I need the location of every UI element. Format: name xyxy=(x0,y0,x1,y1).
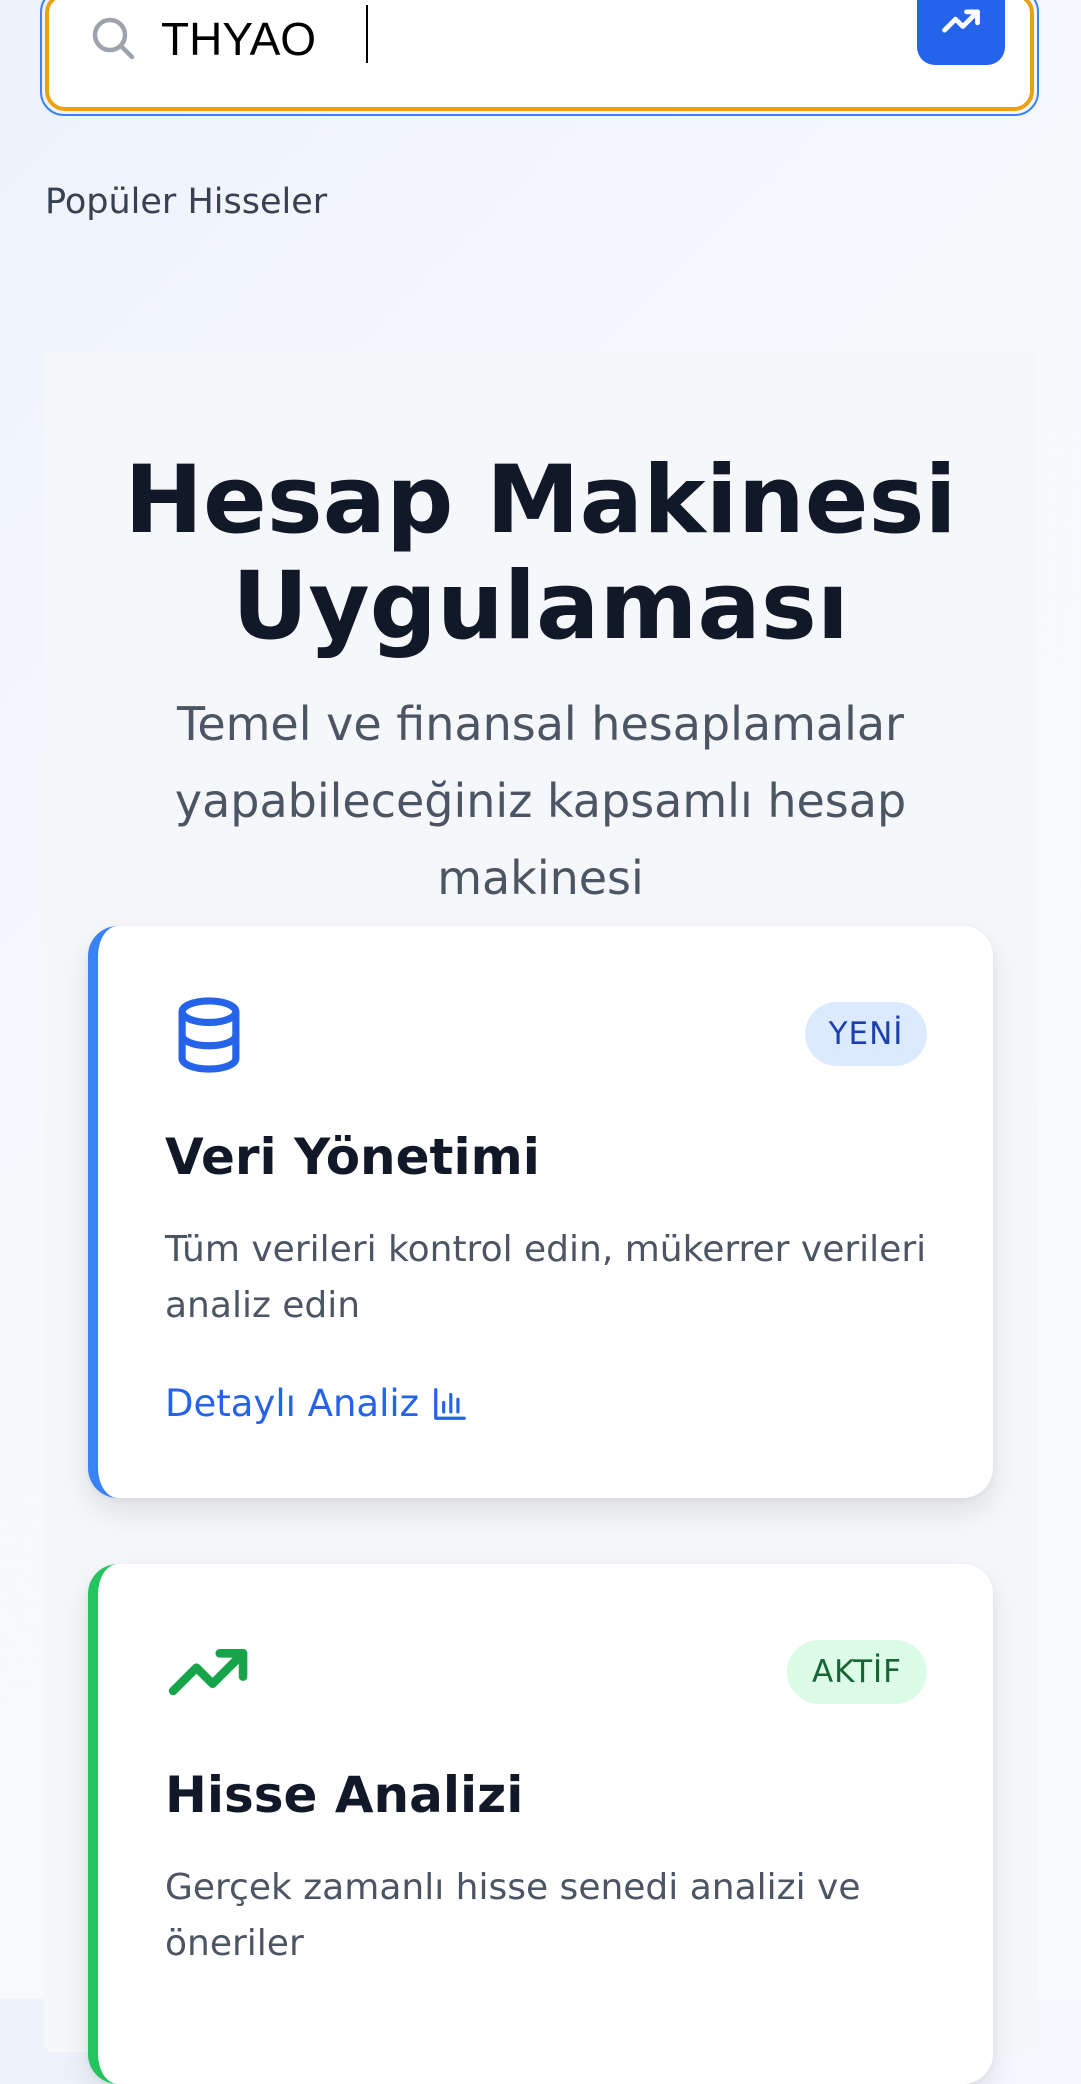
feature-card-data-management[interactable]: YENİ Veri Yönetimi Tüm verileri kontrol … xyxy=(88,926,993,1498)
text-caret xyxy=(366,5,368,63)
database-icon xyxy=(178,997,240,1073)
popular-stocks-label: Popüler Hisseler xyxy=(45,182,328,222)
trending-up-icon xyxy=(942,9,980,33)
search-icon xyxy=(92,17,135,60)
trending-up-icon xyxy=(168,1648,248,1696)
status-badge-new: YENİ xyxy=(805,1002,927,1066)
card-title: Hisse Analizi xyxy=(165,1766,524,1824)
card-description: Gerçek zamanlı hisse senedi analizi ve ö… xyxy=(165,1867,861,1964)
page-title: Hesap Makinesi Uygulaması xyxy=(124,446,957,661)
search-box[interactable] xyxy=(45,0,1034,111)
detailed-analysis-link[interactable]: Detaylı Analiz xyxy=(165,1382,469,1425)
feature-card-stock-analysis[interactable]: AKTİF Hisse Analizi Gerçek zamanlı hisse… xyxy=(88,1564,993,2084)
detailed-analysis-label: Detaylı Analiz xyxy=(165,1382,420,1425)
bar-chart-icon xyxy=(434,1387,466,1420)
analyze-button[interactable] xyxy=(917,0,1005,65)
status-badge-active: AKTİF xyxy=(787,1640,927,1704)
card-title: Veri Yönetimi xyxy=(165,1128,540,1186)
page-subtitle: Temel ve finansal hesaplamalar yapabilec… xyxy=(174,697,907,905)
search-bar xyxy=(40,0,1039,116)
card-description: Tüm verileri kontrol edin, mükerrer veri… xyxy=(165,1229,927,1326)
search-input[interactable] xyxy=(161,0,861,79)
